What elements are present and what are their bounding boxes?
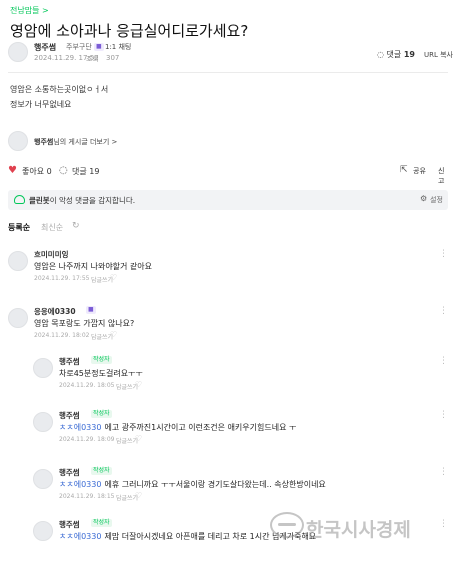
commenter-nick[interactable]: 행주썸	[59, 410, 80, 421]
commenter-avatar[interactable]	[8, 308, 28, 328]
commenter-avatar[interactable]	[33, 521, 53, 541]
chat-button[interactable]: 1:1 채팅	[105, 42, 131, 52]
comment-text: 영암 목포랑도 가깝지 않나요?	[34, 319, 135, 328]
comment-count-label: 댓글	[386, 50, 402, 59]
comment-bubble-icon: ◌	[377, 50, 387, 59]
comment-date: 2024.11.29. 18:09	[59, 436, 115, 443]
views-label: 조회	[86, 55, 99, 63]
share-icon[interactable]: ⇱	[400, 165, 408, 175]
like-heart-icon[interactable]: ♡	[110, 330, 117, 339]
sort-tab-registered[interactable]: 등록순	[8, 222, 30, 233]
like-heart-icon[interactable]: ♡	[135, 380, 142, 389]
commenter-nick[interactable]: 응응에0330	[34, 306, 76, 317]
settings-button[interactable]: 설정	[430, 195, 443, 205]
comment-mention[interactable]: ㅊㅊ에0330	[59, 532, 101, 541]
comment-text: 차로45분정도걸려요ㅜㅜ	[59, 369, 143, 378]
grade-badge-icon: ■	[86, 306, 96, 314]
more-posts-text: 행주썸님의 게시글 더보기 >	[34, 137, 117, 147]
watermark-logo	[270, 512, 304, 538]
comment-date: 2024.11.29. 18:02	[34, 332, 90, 339]
commenter-nick[interactable]: 행주썸	[59, 356, 80, 367]
commenter-nick[interactable]: 행주썸	[59, 519, 80, 530]
like-button[interactable]: 좋아요 0	[22, 166, 52, 177]
reply-item: 행주썸 작성자 ㅊㅊ에0330 에고 광주까진1시간이고 이런조건은 애키우기힘드…	[33, 410, 448, 450]
refresh-icon[interactable]: ↻	[72, 221, 80, 231]
report-button[interactable]: 신고	[438, 166, 448, 186]
share-button[interactable]: 공유	[413, 166, 426, 176]
comment-menu-icon[interactable]: ⋮	[439, 410, 448, 420]
reply-item: 행주썸 작성자 ㅊㅊ에0330 에휴 그러니까요 ㅜㅜ서울이랑 경기도살다왔는데.…	[33, 467, 448, 507]
more-posts-avatar	[8, 131, 28, 151]
cleanbot-icon	[14, 195, 25, 204]
commenter-nick[interactable]: 흐미미미잉	[34, 249, 69, 260]
comment-date: 2024.11.29. 18:05	[59, 382, 115, 389]
comment-menu-icon[interactable]: ⋮	[439, 306, 448, 316]
comment-text: ㅊㅊ에0330 에고 광주까진1시간이고 이런조건은 애키우기힘드네요 ㅜ	[59, 422, 296, 433]
grade-badge-icon: ■	[94, 43, 104, 51]
like-heart-icon[interactable]: ♡	[135, 434, 142, 443]
watermark: 한국시사경제	[306, 519, 411, 541]
cleanbot-name: 클린봇	[29, 196, 50, 205]
comment-count-number: 19	[403, 50, 415, 59]
breadcrumb[interactable]: 전남맘들 >	[10, 5, 49, 16]
url-copy-button[interactable]: URL 복사	[424, 50, 453, 60]
commenter-nick[interactable]: 행주썸	[59, 467, 80, 478]
comment-body: 에고 광주까진1시간이고 이런조건은 애키우기힘드네요 ㅜ	[104, 423, 297, 432]
commenter-avatar[interactable]	[8, 251, 28, 271]
comment-mention[interactable]: ㅊㅊ에0330	[59, 423, 101, 432]
more-posts-name: 행주썸	[34, 138, 54, 146]
writer-badge: 작성자	[91, 519, 112, 527]
comment-button[interactable]: 댓글 19	[72, 166, 99, 177]
author-grade: 주부구단	[66, 43, 92, 51]
divider	[8, 72, 448, 73]
chevron-right-icon: >	[111, 138, 118, 146]
page-title: 영암에 소아과나 응급실어디로가세요?	[10, 22, 249, 40]
comment-icon[interactable]: ◌	[59, 165, 68, 176]
commenter-avatar[interactable]	[33, 358, 53, 378]
views-count: 307	[106, 54, 120, 62]
more-posts-link[interactable]: 행주썸님의 게시글 더보기 >	[8, 128, 448, 154]
comment-text: 영암은 나주까지 나와야할거 같아요	[34, 262, 153, 271]
comment-date: 2024.11.29. 17:55	[34, 275, 90, 282]
comment-menu-icon[interactable]: ⋮	[439, 467, 448, 477]
comment-item: 흐미미미잉 영암은 나주까지 나와야할거 같아요 2024.11.29. 17:…	[8, 249, 448, 289]
more-posts-suffix: 님의 게시글 더보기	[53, 138, 110, 146]
comment-menu-icon[interactable]: ⋮	[439, 519, 448, 529]
cleanbot-text: 클린봇이 악성 댓글을 감지합니다.	[29, 195, 135, 206]
comment-date: 2024.11.29. 18:15	[59, 493, 115, 500]
comment-menu-icon[interactable]: ⋮	[439, 249, 448, 259]
action-row: ♥ 좋아요 0 ◌ 댓글 19 ⇱ 공유 신고	[8, 165, 448, 185]
comment-text: ㅊㅊ에0330 에휴 그러니까요 ㅜㅜ서울이랑 경기도살다왔는데.. 속상한방이네…	[59, 479, 326, 490]
reply-item: 행주썸 작성자 차로45분정도걸려요ㅜㅜ 2024.11.29. 18:05 답…	[33, 356, 448, 396]
cleanbot-banner: 클린봇이 악성 댓글을 감지합니다. ⚙ 설정	[8, 190, 448, 210]
sort-tab-latest[interactable]: 최신순	[41, 222, 63, 233]
comment-menu-icon[interactable]: ⋮	[439, 356, 448, 366]
comment-item: 응응에0330 ■ 영암 목포랑도 가깝지 않나요? 2024.11.29. 1…	[8, 306, 448, 346]
writer-badge: 작성자	[91, 410, 112, 418]
writer-badge: 작성자	[91, 467, 112, 475]
post-body-line: 영암은 소통하는곳이없ㅇㅓ서	[10, 85, 109, 94]
commenter-avatar[interactable]	[33, 412, 53, 432]
comment-count-top[interactable]: ◌ 댓글 19	[377, 49, 415, 60]
author-avatar[interactable]	[8, 42, 28, 62]
comment-mention[interactable]: ㅊㅊ에0330	[59, 480, 101, 489]
post-body-line: 정보가 너무없네요	[10, 100, 72, 109]
writer-badge: 작성자	[91, 356, 112, 364]
cleanbot-message: 이 악성 댓글을 감지합니다.	[49, 196, 136, 205]
comment-body: 에휴 그러니까요 ㅜㅜ서울이랑 경기도살다왔는데.. 속상한방이네요	[104, 480, 326, 489]
like-heart-icon[interactable]: ♡	[135, 491, 142, 500]
author-name[interactable]: 행주썸	[34, 42, 56, 53]
heart-icon[interactable]: ♥	[8, 165, 17, 176]
gear-icon[interactable]: ⚙	[420, 194, 427, 203]
commenter-avatar[interactable]	[33, 469, 53, 489]
like-heart-icon[interactable]: ♡	[110, 273, 117, 282]
